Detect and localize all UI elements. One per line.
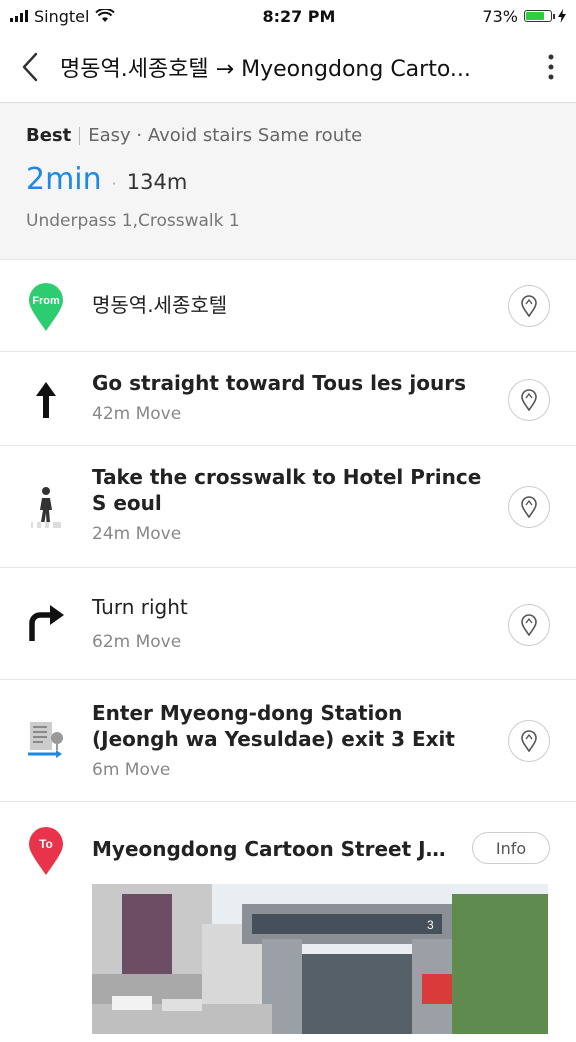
step-distance: 62m Move (92, 632, 182, 652)
from-marker-icon: From (18, 282, 74, 332)
map-pin-icon (521, 389, 537, 411)
step-title: Turn right (92, 595, 188, 619)
pedestrian-crosswalk-icon (18, 486, 74, 530)
battery-percent: 73% (482, 6, 518, 26)
charging-bolt-icon (557, 9, 566, 23)
map-pin-icon (521, 614, 537, 636)
step-title: Take the crosswalk to Hotel Prince S eou… (92, 465, 482, 515)
map-pin-icon (521, 730, 537, 752)
destination-row[interactable]: To Myeongdong Cartoon Street Jae... Info… (0, 802, 576, 1042)
step-title: Go straight toward Tous les jours (92, 371, 467, 395)
route-options: Easy · Avoid stairs Same route (88, 125, 363, 146)
status-time: 8:27 PM (262, 6, 336, 26)
total-distance: 134m (126, 170, 188, 194)
map-pin-icon (521, 496, 537, 518)
street-view-photo[interactable]: 3 (92, 884, 548, 1034)
route-details: Underpass 1,Crosswalk 1 (26, 211, 240, 231)
route-title: 명동역.세종호텔 → Myeongdong Carto... (60, 57, 471, 82)
navigation-header: 명동역.세종호텔 → Myeongdong Carto... (0, 32, 576, 103)
from-location-name: 명동역.세종호텔 (92, 293, 228, 317)
more-options-button[interactable] (526, 32, 576, 102)
map-pin-button[interactable] (508, 720, 550, 762)
destination-name: Myeongdong Cartoon Street Jae... (92, 837, 456, 861)
map-pin-button[interactable] (508, 604, 550, 646)
route-summary[interactable]: Best Easy · Avoid stairs Same route 2min… (0, 103, 576, 260)
status-bar: Singtel 8:27 PM 73% (0, 0, 576, 32)
step-item[interactable]: Enter Myeong-dong Station (Jeongh wa Yes… (0, 680, 576, 802)
info-button[interactable]: Info (472, 832, 550, 864)
separator-dot: · (111, 174, 117, 193)
more-vertical-icon (548, 54, 554, 80)
step-distance: 6m Move (92, 760, 171, 780)
step-item[interactable]: Turn right 62m Move (0, 568, 576, 680)
step-distance: 24m Move (92, 524, 182, 544)
signal-icon (10, 10, 28, 22)
map-pin-button[interactable] (508, 379, 550, 421)
station-exit-icon (18, 720, 74, 760)
to-badge: To (39, 837, 53, 851)
carrier-label: Singtel (34, 6, 90, 26)
step-distance: 42m Move (92, 404, 182, 424)
map-pin-button[interactable] (508, 486, 550, 528)
battery-icon (523, 10, 555, 22)
step-title: Enter Myeong-dong Station (Jeongh wa Yes… (92, 701, 455, 751)
from-row[interactable]: From 명동역.세종호텔 (0, 260, 576, 352)
travel-time: 2min (26, 162, 102, 197)
turn-right-arrow-icon (18, 603, 74, 643)
map-pin-icon (521, 295, 537, 317)
wifi-icon (95, 9, 116, 22)
back-button[interactable] (0, 32, 60, 102)
divider (79, 126, 81, 145)
map-pin-button[interactable] (508, 285, 550, 327)
step-item[interactable]: Go straight toward Tous les jours 42m Mo… (0, 352, 576, 446)
photo-sign-number: 3 (427, 918, 434, 932)
from-badge: From (32, 295, 60, 307)
to-marker-icon: To (18, 826, 74, 876)
step-item[interactable]: Take the crosswalk to Hotel Prince S eou… (0, 446, 576, 568)
straight-arrow-icon (18, 380, 74, 420)
back-chevron-icon (22, 52, 38, 82)
best-tag: Best (26, 125, 72, 146)
